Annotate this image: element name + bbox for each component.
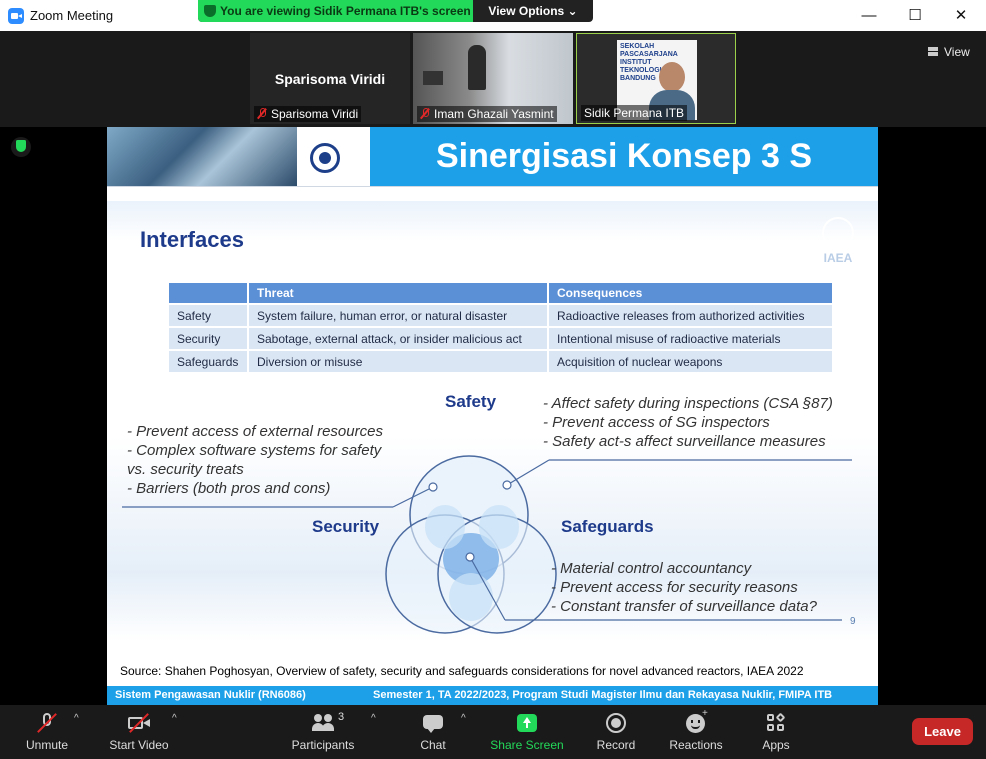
shield-icon xyxy=(204,5,216,17)
participant-name-label: Imam Ghazali Yasmint xyxy=(417,106,557,122)
meeting-toolbar: Unmute ^ Start Video ^ 3 Participants ^ xyxy=(0,705,986,759)
safety-security-overlap xyxy=(425,505,465,549)
slide-footer: Sistem Pengawasan Nuklir (RN6086) Semest… xyxy=(107,686,878,705)
zoom-app-icon xyxy=(8,8,24,24)
right-top-notes: - Affect safety during inspections (CSA … xyxy=(543,395,833,450)
screen-share-banner: You are viewing Sidik Permana ITB's scre… xyxy=(198,0,593,22)
participants-button[interactable]: 3 Participants xyxy=(288,705,358,759)
safety-safeguards-overlap xyxy=(479,505,519,549)
video-off-icon xyxy=(128,712,150,734)
apps-icon xyxy=(765,712,787,734)
participant-tile-active-speaker[interactable]: SEKOLAH PASCASARJANA INSTITUT TEKNOLOGI … xyxy=(576,33,736,124)
face xyxy=(659,62,685,92)
view-button[interactable]: View xyxy=(924,41,976,63)
video-options-caret[interactable]: ^ xyxy=(172,713,177,724)
unmute-button[interactable]: Unmute xyxy=(18,705,76,759)
mic-muted-icon xyxy=(420,108,430,119)
itb-logo xyxy=(310,143,340,173)
left-notes: - Prevent access of external resources -… xyxy=(127,423,383,497)
participants-options-caret[interactable]: ^ xyxy=(371,713,376,724)
participants-count: 3 xyxy=(338,711,345,723)
share-screen-icon xyxy=(516,712,538,734)
view-options-button[interactable]: View Options ⌄ xyxy=(473,0,593,22)
venn-label-safety: Safety xyxy=(445,392,497,411)
slide-source: Source: Shahen Poghosyan, Overview of sa… xyxy=(120,664,804,678)
close-button[interactable]: ✕ xyxy=(938,0,984,31)
viewing-indicator: You are viewing Sidik Permana ITB's scre… xyxy=(198,0,473,22)
participant-tile[interactable]: Imam Ghazali Yasmint xyxy=(413,33,573,124)
shared-slide: Sinergisasi Konsep 3 S Interfaces IAEA T… xyxy=(107,127,878,705)
venn-label-security: Security xyxy=(312,517,380,536)
venn-label-safeguards: Safeguards xyxy=(561,517,654,536)
slide-page-number: 9 xyxy=(850,616,856,627)
participant-name-label: Sidik Permana ITB xyxy=(581,105,688,121)
slide-body: Interfaces IAEA Threat Consequences Safe… xyxy=(107,186,878,641)
presenter-figure xyxy=(468,45,486,90)
participant-gallery: Sparisoma Viridi Sparisoma Viridi Imam G… xyxy=(0,31,986,127)
minimize-button[interactable]: — xyxy=(846,0,892,31)
participant-tile[interactable]: Sparisoma Viridi Sparisoma Viridi xyxy=(250,33,410,124)
leave-button[interactable]: Leave xyxy=(912,718,973,745)
window-title: Zoom Meeting xyxy=(30,8,114,23)
mic-muted-icon xyxy=(36,712,58,734)
encryption-shield-icon[interactable] xyxy=(11,137,31,157)
audio-options-caret[interactable]: ^ xyxy=(74,713,79,724)
viewing-text: You are viewing Sidik Permana ITB's scre… xyxy=(220,4,471,18)
participant-display-name: Sparisoma Viridi xyxy=(274,71,386,87)
share-screen-button[interactable]: Share Screen xyxy=(490,705,564,759)
right-top-callout-line xyxy=(506,459,550,486)
maximize-button[interactable]: ☐ xyxy=(892,0,938,31)
security-safeguards-overlap xyxy=(449,573,493,621)
laptop-image xyxy=(423,71,443,85)
slide-title: Sinergisasi Konsep 3 S xyxy=(435,137,813,175)
footer-program: Semester 1, TA 2022/2023, Program Studi … xyxy=(373,689,833,701)
chat-button[interactable]: Chat xyxy=(410,705,456,759)
mic-muted-icon xyxy=(257,108,267,119)
start-video-button[interactable]: Start Video xyxy=(106,705,172,759)
chat-icon xyxy=(422,712,444,734)
zoom-window: Zoom Meeting — ☐ ✕ You are viewing Sidik… xyxy=(0,0,986,759)
record-button[interactable]: Record xyxy=(592,705,640,759)
slide-header: Sinergisasi Konsep 3 S xyxy=(107,127,878,186)
grid-view-icon xyxy=(928,47,938,56)
participants-icon xyxy=(312,712,334,734)
right-bottom-notes: - Material control accountancy - Prevent… xyxy=(551,560,817,615)
header-photo xyxy=(107,127,297,186)
record-icon xyxy=(605,712,627,734)
apps-button[interactable]: Apps xyxy=(754,705,798,759)
participant-name-label: Sparisoma Viridi xyxy=(254,106,362,122)
reactions-button[interactable]: + Reactions xyxy=(666,705,726,759)
chat-options-caret[interactable]: ^ xyxy=(461,713,466,724)
reactions-icon: + xyxy=(685,708,708,734)
footer-course: Sistem Pengawasan Nuklir (RN6086) xyxy=(115,689,306,701)
